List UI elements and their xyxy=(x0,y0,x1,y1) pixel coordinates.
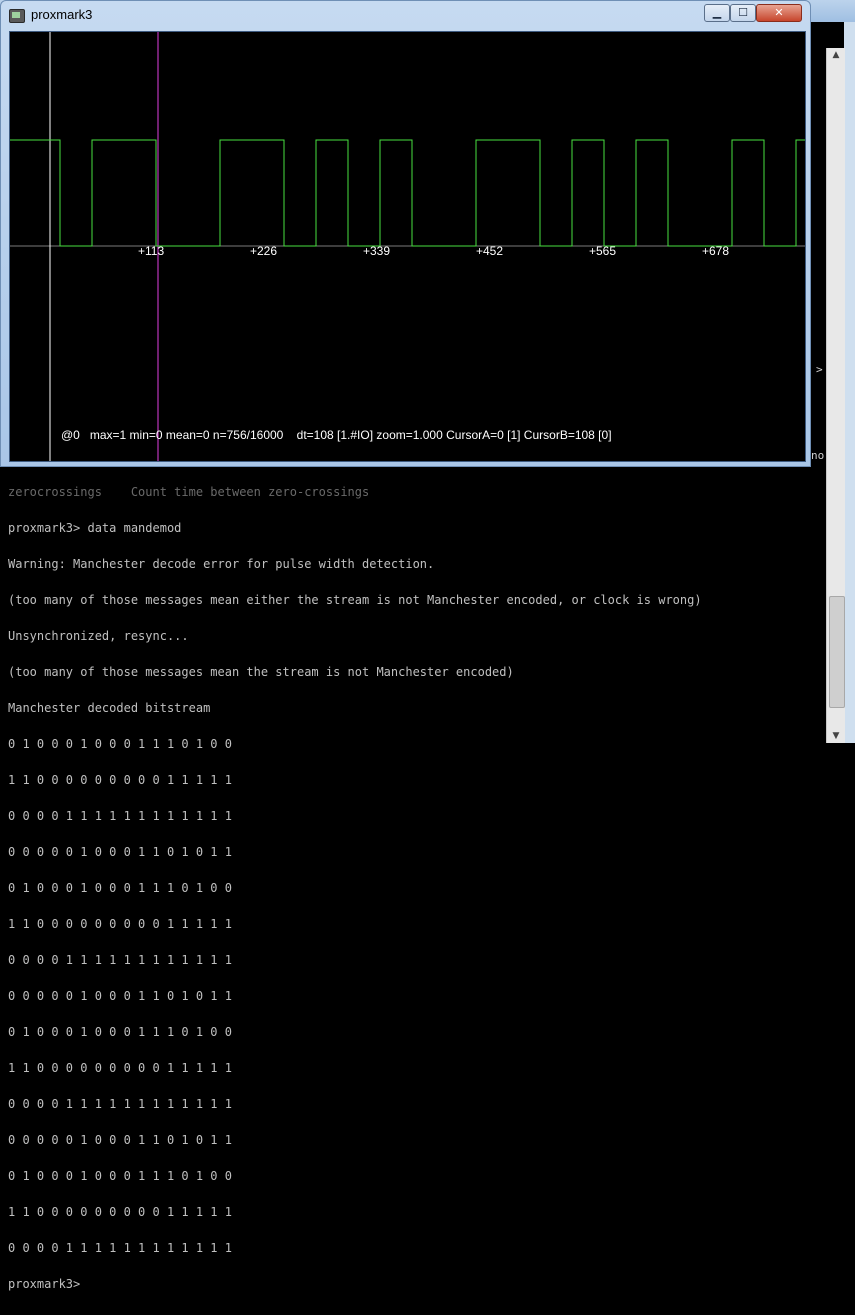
console-scrollbar[interactable]: ▲ ▼ xyxy=(826,48,845,743)
console-line: Warning: Manchester decode error for pul… xyxy=(8,557,435,571)
scroll-thumb[interactable] xyxy=(829,596,845,708)
tick-label: +113 xyxy=(138,244,164,258)
graph-status-line: @0 max=1 min=0 mean=0 n=756/16000 dt=108… xyxy=(61,428,612,442)
bitstream-row: 0 0 0 0 0 1 0 0 0 1 1 0 1 0 1 1 xyxy=(8,989,232,1003)
console-output[interactable]: zerocrossings Count time between zero-cr… xyxy=(8,462,824,1314)
console-line: Unsynchronized, resync... xyxy=(8,629,189,643)
console-line: (too many of those messages mean the str… xyxy=(8,665,514,679)
window-title: proxmark3 xyxy=(31,7,93,22)
tick-label: +452 xyxy=(476,244,503,258)
scroll-up-arrow-icon[interactable]: ▲ xyxy=(827,48,845,62)
app-icon xyxy=(9,9,25,23)
scroll-down-arrow-icon[interactable]: ▼ xyxy=(827,729,845,743)
tick-label: +339 xyxy=(363,244,390,258)
plot-area[interactable]: +113 +226 +339 +452 +565 +678 @0 max=1 m… xyxy=(9,31,806,462)
console-line: Manchester decoded bitstream xyxy=(8,701,211,715)
console-clipped-text: > xyxy=(816,363,823,376)
tick-label: +565 xyxy=(589,244,616,258)
graph-titlebar[interactable]: proxmark3 ▁ ☐ ✕ xyxy=(1,1,810,29)
graph-window: proxmark3 ▁ ☐ ✕ +113 +226 +339 +452 +565… xyxy=(0,0,811,467)
console-prompt[interactable]: proxmark3> xyxy=(8,1278,824,1290)
minimize-button[interactable]: ▁ xyxy=(704,4,730,22)
console-line: zerocrossings Count time between zero-cr… xyxy=(8,485,370,499)
console-line: proxmark3> data mandemod xyxy=(8,521,182,535)
tick-label: +226 xyxy=(250,244,277,258)
bitstream-row: 0 1 0 0 0 1 0 0 0 1 1 1 0 1 0 0 xyxy=(8,881,232,895)
bitstream-row: 0 1 0 0 0 1 0 0 0 1 1 1 0 1 0 0 xyxy=(8,737,232,751)
console-clipped-text: no xyxy=(811,449,825,462)
bitstream-row: 0 1 0 0 0 1 0 0 0 1 1 1 0 1 0 0 xyxy=(8,1169,232,1183)
bitstream-row: 1 1 0 0 0 0 0 0 0 0 0 1 1 1 1 1 xyxy=(8,773,232,787)
bitstream-row: 1 1 0 0 0 0 0 0 0 0 0 1 1 1 1 1 xyxy=(8,917,232,931)
close-button[interactable]: ✕ xyxy=(756,4,802,22)
bitstream-row: 1 1 0 0 0 0 0 0 0 0 0 1 1 1 1 1 xyxy=(8,1061,232,1075)
bitstream-row: 0 0 0 0 1 1 1 1 1 1 1 1 1 1 1 1 xyxy=(8,953,232,967)
bitstream-row: 0 0 0 0 0 1 0 0 0 1 1 0 1 0 1 1 xyxy=(8,845,232,859)
maximize-button[interactable]: ☐ xyxy=(730,4,756,22)
bitstream-row: 0 0 0 0 1 1 1 1 1 1 1 1 1 1 1 1 xyxy=(8,1097,232,1111)
signal-plot[interactable]: +113 +226 +339 +452 +565 +678 xyxy=(10,32,805,461)
bitstream-row: 0 0 0 0 0 1 0 0 0 1 1 0 1 0 1 1 xyxy=(8,1133,232,1147)
console-line: (too many of those messages mean either … xyxy=(8,593,702,607)
tick-label: +678 xyxy=(702,244,729,258)
signal-waveform xyxy=(10,139,805,247)
bitstream-row: 1 1 0 0 0 0 0 0 0 0 0 1 1 1 1 1 xyxy=(8,1205,232,1219)
bitstream-row: 0 0 0 0 1 1 1 1 1 1 1 1 1 1 1 1 xyxy=(8,1241,232,1255)
console-window-frame xyxy=(844,22,855,743)
bitstream-row: 0 1 0 0 0 1 0 0 0 1 1 1 0 1 0 0 xyxy=(8,1025,232,1039)
bitstream-row: 0 0 0 0 1 1 1 1 1 1 1 1 1 1 1 1 xyxy=(8,809,232,823)
